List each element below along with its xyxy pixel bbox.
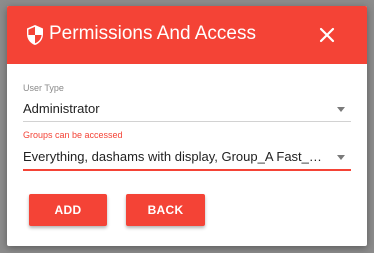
groups-label: Groups can be accessed — [23, 130, 123, 140]
add-button[interactable]: ADD — [29, 194, 107, 226]
dialog-header: Permissions And Access — [7, 6, 367, 64]
back-button[interactable]: BACK — [126, 194, 205, 226]
dropdown-arrow-icon — [337, 107, 345, 112]
groups-value: Everything, dashams with display, Group_… — [23, 149, 329, 164]
dialog-title: Permissions And Access — [49, 23, 256, 44]
groups-select[interactable]: Everything, dashams with display, Group_… — [23, 145, 351, 171]
shield-icon — [26, 24, 44, 46]
close-icon[interactable] — [318, 26, 336, 44]
user-type-label: User Type — [23, 83, 64, 93]
user-type-value: Administrator — [23, 101, 100, 116]
user-type-select[interactable]: Administrator — [23, 97, 351, 122]
permissions-dialog: Permissions And Access User Type Adminis… — [7, 6, 367, 246]
dropdown-arrow-icon — [337, 155, 345, 160]
